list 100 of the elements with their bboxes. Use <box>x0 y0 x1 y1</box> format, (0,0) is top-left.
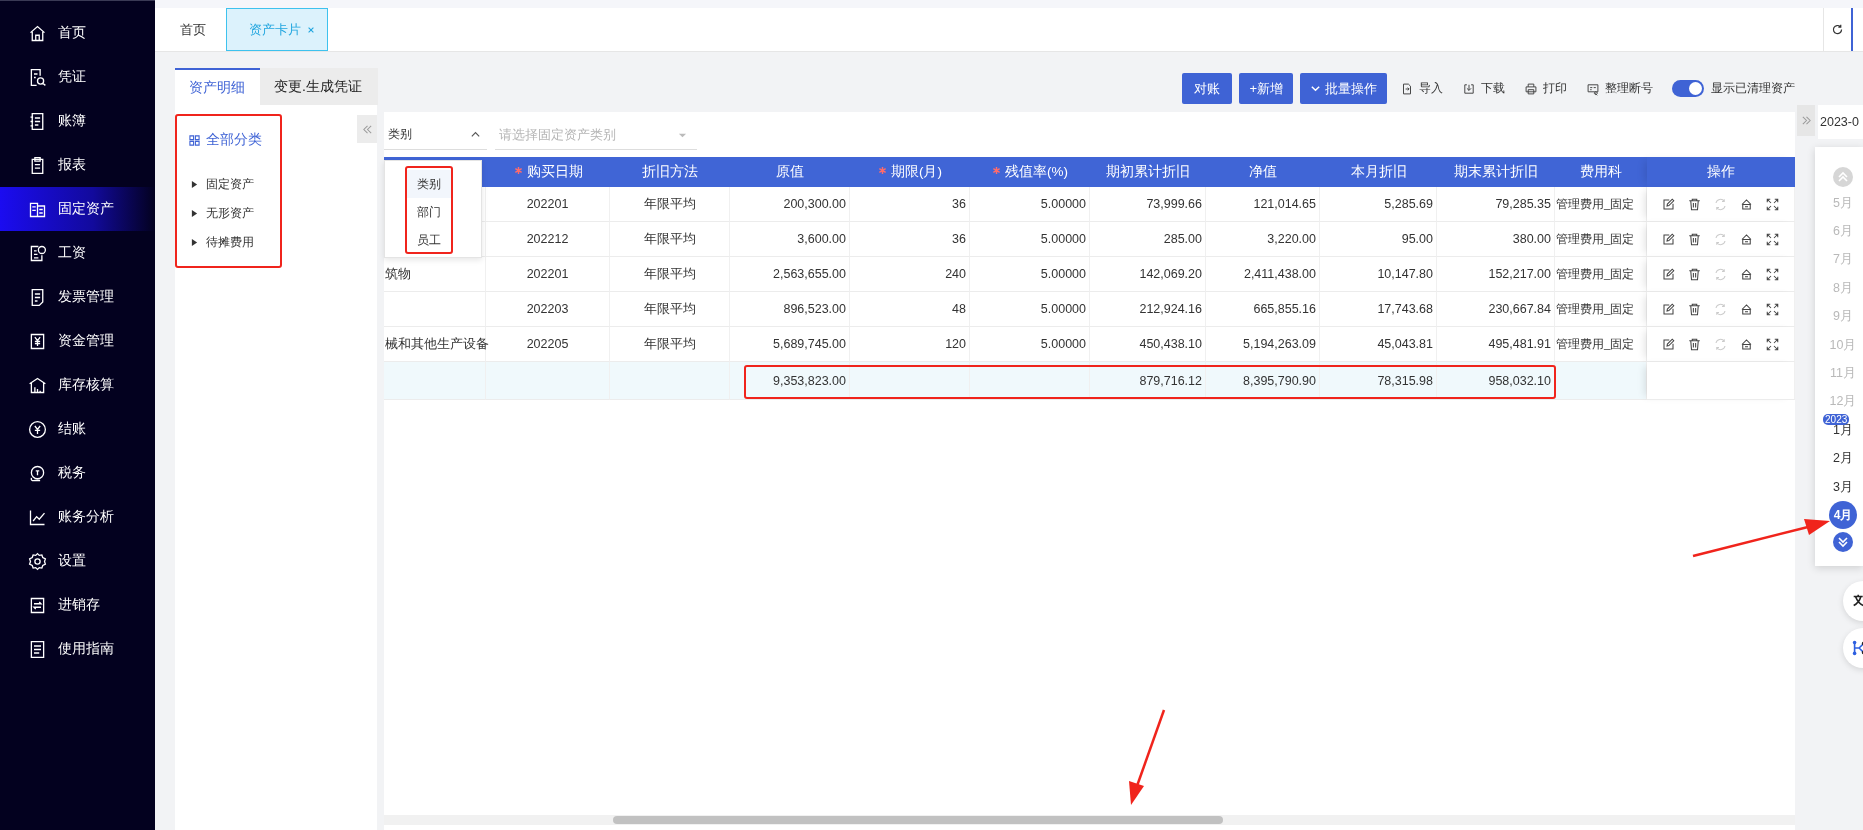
dropdown-option[interactable]: 类别 <box>407 170 451 198</box>
dropdown-option[interactable]: 员工 <box>407 226 451 254</box>
table-cell: 2,563,655.00 <box>730 257 850 292</box>
toggle-switch[interactable] <box>1672 80 1704 97</box>
sidebar-item[interactable]: 资金管理 <box>0 319 155 363</box>
column-header: 净值 <box>1206 157 1320 187</box>
sidebar-item[interactable]: 使用指南 <box>0 627 155 671</box>
required-icon <box>992 165 1001 175</box>
column-header: 本月折旧 <box>1320 157 1437 187</box>
sidebar-item[interactable]: 发票管理 <box>0 275 155 319</box>
scroll-down-icon[interactable] <box>1833 531 1853 552</box>
section-tab[interactable]: 资产明细 <box>175 68 260 105</box>
expand-icon[interactable] <box>1765 196 1781 212</box>
sidebar-item[interactable]: 税务 <box>0 451 155 495</box>
tree-item[interactable]: 待摊费用 <box>189 228 280 257</box>
grid-icon <box>189 134 200 146</box>
sidebar-item[interactable]: 进销存 <box>0 583 155 627</box>
table-cell: 95.00 <box>1320 222 1437 257</box>
toolbar-button[interactable]: +新增 <box>1239 73 1293 104</box>
total-cell: 9,353,823.00 <box>730 362 850 400</box>
toolbar-button[interactable]: 对账 <box>1182 73 1233 104</box>
gear-icon <box>27 550 48 572</box>
table-cell: 年限平均 <box>610 257 730 292</box>
table-cell: 240 <box>850 257 970 292</box>
toolbar-link[interactable]: 导入 <box>1394 80 1449 97</box>
table-cell: 3,600.00 <box>730 222 850 257</box>
delete-icon[interactable] <box>1686 196 1702 212</box>
table-cell: 152,217.00 <box>1437 257 1555 292</box>
tree-item[interactable]: 无形资产 <box>189 199 280 228</box>
network-icon <box>1851 638 1863 657</box>
table-cell: 200,300.00 <box>730 187 850 222</box>
delete-icon[interactable] <box>1686 301 1702 317</box>
total-cell: 958,032.10 <box>1437 362 1555 400</box>
sidebar-item[interactable]: 账务分析 <box>0 495 155 539</box>
table-cell: 5.00000 <box>970 257 1090 292</box>
table-cell: 73,999.66 <box>1090 187 1206 222</box>
category-select[interactable]: 请选择固定资产类别 <box>495 120 697 150</box>
toolbar-link[interactable]: 打印 <box>1518 80 1573 97</box>
table-cell: 121,014.65 <box>1206 187 1320 222</box>
table-cell: 202201 <box>486 257 610 292</box>
table-cell: 2,411,438.00 <box>1206 257 1320 292</box>
month-item[interactable]: 4月 <box>1829 501 1857 530</box>
group-by-select[interactable]: 类别 <box>384 120 487 150</box>
table-cell: 202203 <box>486 292 610 327</box>
chevron-down-icon <box>1310 83 1321 94</box>
sidebar-item[interactable]: 固定资产 <box>0 187 155 231</box>
table-cell: 5,285.69 <box>1320 187 1437 222</box>
delete-icon[interactable] <box>1686 231 1702 247</box>
column-header: 期末累计折旧 <box>1437 157 1555 187</box>
table-cell: 10,147.80 <box>1320 257 1437 292</box>
column-header: 原值 <box>730 157 850 187</box>
expand-arrow-icon[interactable] <box>191 239 198 246</box>
column-header: 费用科 <box>1555 157 1647 187</box>
page-tab[interactable]: 首页 <box>160 8 226 51</box>
tree-root[interactable]: 全部分类 <box>189 131 280 149</box>
month-item[interactable]: 3月 <box>1833 478 1853 496</box>
sidebar-item[interactable]: 账簿 <box>0 99 155 143</box>
sidebar-item[interactable]: 报表 <box>0 143 155 187</box>
table-cell: 17,743.68 <box>1320 292 1437 327</box>
expand-arrow-icon[interactable] <box>191 181 198 188</box>
section-tab[interactable]: 变更.生成凭证 <box>260 68 378 105</box>
month-item[interactable]: 2月 <box>1833 450 1853 468</box>
date-field[interactable]: 2023-0 <box>1818 105 1863 139</box>
toolbar-link[interactable]: 下载 <box>1456 80 1511 97</box>
sidebar-item[interactable]: 结账 <box>0 407 155 451</box>
scrollbar[interactable] <box>384 815 1795 825</box>
caret-down-icon <box>678 131 687 140</box>
table-cell: 212,924.16 <box>1090 292 1206 327</box>
edit-icon[interactable] <box>1660 266 1676 282</box>
required-icon <box>878 165 887 175</box>
table-cell: 665,855.16 <box>1206 292 1320 327</box>
edit-icon[interactable] <box>1660 231 1676 247</box>
column-header: 操作 <box>1647 157 1795 187</box>
tree-item[interactable]: 固定资产 <box>189 170 280 199</box>
renumber-icon <box>1586 81 1600 96</box>
sidebar-item[interactable]: 工资 <box>0 231 155 275</box>
download-icon <box>1462 81 1476 96</box>
edit-icon[interactable] <box>1660 336 1676 352</box>
dropdown-option[interactable]: 部门 <box>407 198 451 226</box>
edit-icon[interactable] <box>1660 196 1676 212</box>
sidebar-item[interactable]: 设置 <box>0 539 155 583</box>
dropdown-button[interactable]: 批量操作 <box>1300 73 1387 104</box>
sidebar-item[interactable]: 凭证 <box>0 55 155 99</box>
toolbar-link[interactable]: 整理断号 <box>1580 80 1659 97</box>
expand-icon[interactable] <box>1765 336 1781 352</box>
toggle-label: 显示已清理资产 <box>1711 80 1795 97</box>
delete-icon[interactable] <box>1686 266 1702 282</box>
column-header: 残值率(%) <box>970 157 1090 187</box>
double-chevron-left-icon <box>361 123 373 135</box>
expand-icon[interactable] <box>1765 266 1781 282</box>
table-cell: 79,285.35 <box>1437 187 1555 222</box>
sidebar-item[interactable]: 首页 <box>0 11 155 55</box>
expand-icon[interactable] <box>1765 301 1781 317</box>
table-cell: 年限平均 <box>610 292 730 327</box>
table-cell: 142,069.20 <box>1090 257 1206 292</box>
edit-icon[interactable] <box>1660 301 1676 317</box>
delete-icon[interactable] <box>1686 336 1702 352</box>
expand-icon[interactable] <box>1765 231 1781 247</box>
expand-arrow-icon[interactable] <box>191 210 198 217</box>
sidebar-item[interactable]: 库存核算 <box>0 363 155 407</box>
